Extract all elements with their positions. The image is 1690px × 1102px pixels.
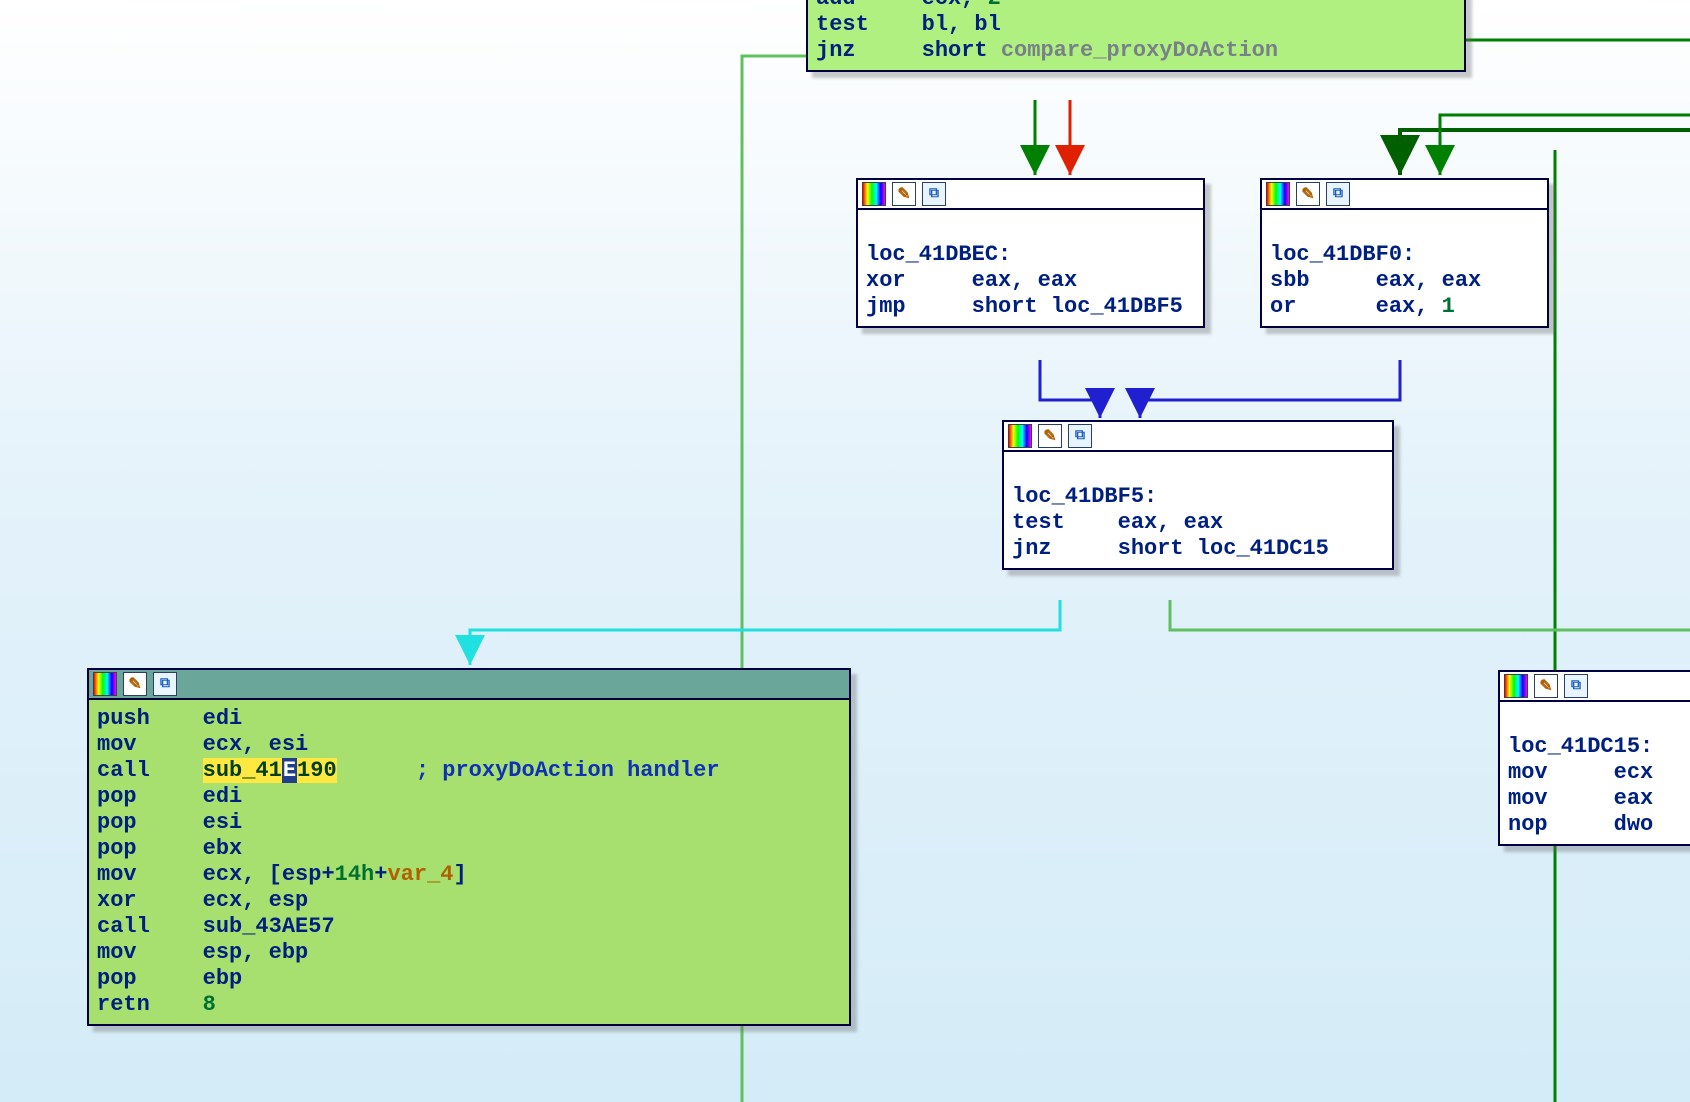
asm-operands: ecx (1614, 760, 1654, 785)
asm-xref[interactable]: compare_proxyDoAction (1001, 38, 1278, 63)
asm-mnemonic: pop (97, 966, 137, 991)
block-titlebar (858, 180, 1203, 210)
palette-icon[interactable] (93, 672, 117, 696)
asm-operands: ecx, [esp+ (203, 862, 335, 887)
graph-icon[interactable] (1564, 674, 1588, 698)
asm-call-target-highlight[interactable]: 190 (297, 758, 337, 783)
asm-operands: ebp (203, 966, 243, 991)
asm-operands: eax, (1376, 294, 1442, 319)
asm-mnemonic: xor (866, 268, 906, 293)
asm-operands: ecx, esi (203, 732, 309, 757)
edit-icon[interactable] (1038, 424, 1062, 448)
graph-icon[interactable] (153, 672, 177, 696)
block-compare-proxyDoAction-top[interactable]: add ecx, 2 test bl, bl jnz short compare… (806, 0, 1466, 72)
block-loc-41DBF5[interactable]: loc_41DBF5: test eax, eax jnz short loc_… (1002, 420, 1394, 570)
block-loc-41DBEC[interactable]: loc_41DBEC: xor eax, eax jmp short loc_4… (856, 178, 1205, 328)
asm-operands: short (922, 38, 1001, 63)
asm-mnemonic: push (97, 706, 150, 731)
asm-mnemonic: mov (1508, 760, 1548, 785)
asm-mnemonic: jnz (1012, 536, 1052, 561)
asm-mnemonic: nop (1508, 812, 1548, 837)
block-body[interactable]: loc_41DBF5: test eax, eax jnz short loc_… (1004, 452, 1392, 568)
asm-identifier[interactable]: var_4 (387, 862, 453, 887)
asm-mnemonic: pop (97, 836, 137, 861)
asm-operands: eax, eax (972, 268, 1078, 293)
asm-comment[interactable]: ; proxyDoAction handler (416, 758, 720, 783)
asm-operands: ecx, (922, 0, 988, 11)
asm-number: 2 (988, 0, 1001, 11)
asm-label[interactable]: loc_41DC15: (1508, 734, 1653, 759)
block-titlebar (89, 670, 849, 700)
graph-icon[interactable] (1326, 182, 1350, 206)
text-cursor: E (282, 758, 297, 783)
asm-mnemonic: sbb (1270, 268, 1310, 293)
asm-mnemonic: call (97, 758, 150, 783)
asm-mnemonic: mov (1508, 786, 1548, 811)
asm-operands[interactable]: short loc_41DC15 (1118, 536, 1329, 561)
block-titlebar (1004, 422, 1392, 452)
asm-mnemonic: jmp (866, 294, 906, 319)
asm-operands: eax, eax (1118, 510, 1224, 535)
asm-mnemonic: xor (97, 888, 137, 913)
block-body[interactable]: loc_41DBEC: xor eax, eax jmp short loc_4… (858, 210, 1203, 326)
asm-operands: edi (203, 706, 243, 731)
asm-mnemonic: or (1270, 294, 1296, 319)
block-titlebar (1262, 180, 1547, 210)
block-loc-41DBF0[interactable]: loc_41DBF0: sbb eax, eax or eax, 1 (1260, 178, 1549, 328)
edit-icon[interactable] (1534, 674, 1558, 698)
block-body[interactable]: add ecx, 2 test bl, bl jnz short compare… (808, 0, 1464, 70)
graph-canvas[interactable]: add ecx, 2 test bl, bl jnz short compare… (0, 0, 1690, 1102)
asm-text: + (374, 862, 387, 887)
palette-icon[interactable] (862, 182, 886, 206)
asm-mnemonic: mov (97, 862, 137, 887)
asm-operands: ebx (203, 836, 243, 861)
asm-operands[interactable]: short loc_41DBF5 (972, 294, 1183, 319)
asm-mnemonic: add (816, 0, 856, 11)
asm-text: ] (453, 862, 466, 887)
asm-mnemonic: test (816, 12, 869, 37)
palette-icon[interactable] (1504, 674, 1528, 698)
asm-call-target-highlight[interactable]: sub_41 (203, 758, 282, 783)
asm-operands: eax (1614, 786, 1654, 811)
block-proxyDoAction-handler[interactable]: push edi mov ecx, esi call sub_41E190 ; … (87, 668, 851, 1026)
asm-operands: edi (203, 784, 243, 809)
asm-mnemonic: test (1012, 510, 1065, 535)
asm-mnemonic: mov (97, 732, 137, 757)
edit-icon[interactable] (123, 672, 147, 696)
asm-mnemonic: call (97, 914, 150, 939)
block-titlebar (1500, 672, 1690, 702)
asm-label[interactable]: loc_41DBEC: (866, 242, 1011, 267)
asm-mnemonic: pop (97, 784, 137, 809)
asm-mnemonic: mov (97, 940, 137, 965)
asm-operands: dwo (1614, 812, 1654, 837)
asm-number: 14h (335, 862, 375, 887)
asm-mnemonic: pop (97, 810, 137, 835)
graph-icon[interactable] (922, 182, 946, 206)
block-body[interactable]: push edi mov ecx, esi call sub_41E190 ; … (89, 700, 849, 1024)
asm-operands: eax, eax (1376, 268, 1482, 293)
asm-call-target[interactable]: sub_43AE57 (203, 914, 335, 939)
asm-operands: esp, ebp (203, 940, 309, 965)
asm-label[interactable]: loc_41DBF5: (1012, 484, 1157, 509)
asm-number: 8 (203, 992, 216, 1017)
asm-operands: bl, bl (922, 12, 1001, 37)
asm-operands: esi (203, 810, 243, 835)
asm-label[interactable]: loc_41DBF0: (1270, 242, 1415, 267)
block-loc-41DC15[interactable]: loc_41DC15: mov ecx mov eax nop dwo (1498, 670, 1690, 846)
edit-icon[interactable] (1296, 182, 1320, 206)
block-body[interactable]: loc_41DBF0: sbb eax, eax or eax, 1 (1262, 210, 1547, 326)
asm-operands: ecx, esp (203, 888, 309, 913)
block-body[interactable]: loc_41DC15: mov ecx mov eax nop dwo (1500, 702, 1690, 844)
palette-icon[interactable] (1266, 182, 1290, 206)
asm-mnemonic: jnz (816, 38, 856, 63)
asm-number: 1 (1442, 294, 1455, 319)
asm-mnemonic: retn (97, 992, 150, 1017)
edit-icon[interactable] (892, 182, 916, 206)
palette-icon[interactable] (1008, 424, 1032, 448)
graph-icon[interactable] (1068, 424, 1092, 448)
